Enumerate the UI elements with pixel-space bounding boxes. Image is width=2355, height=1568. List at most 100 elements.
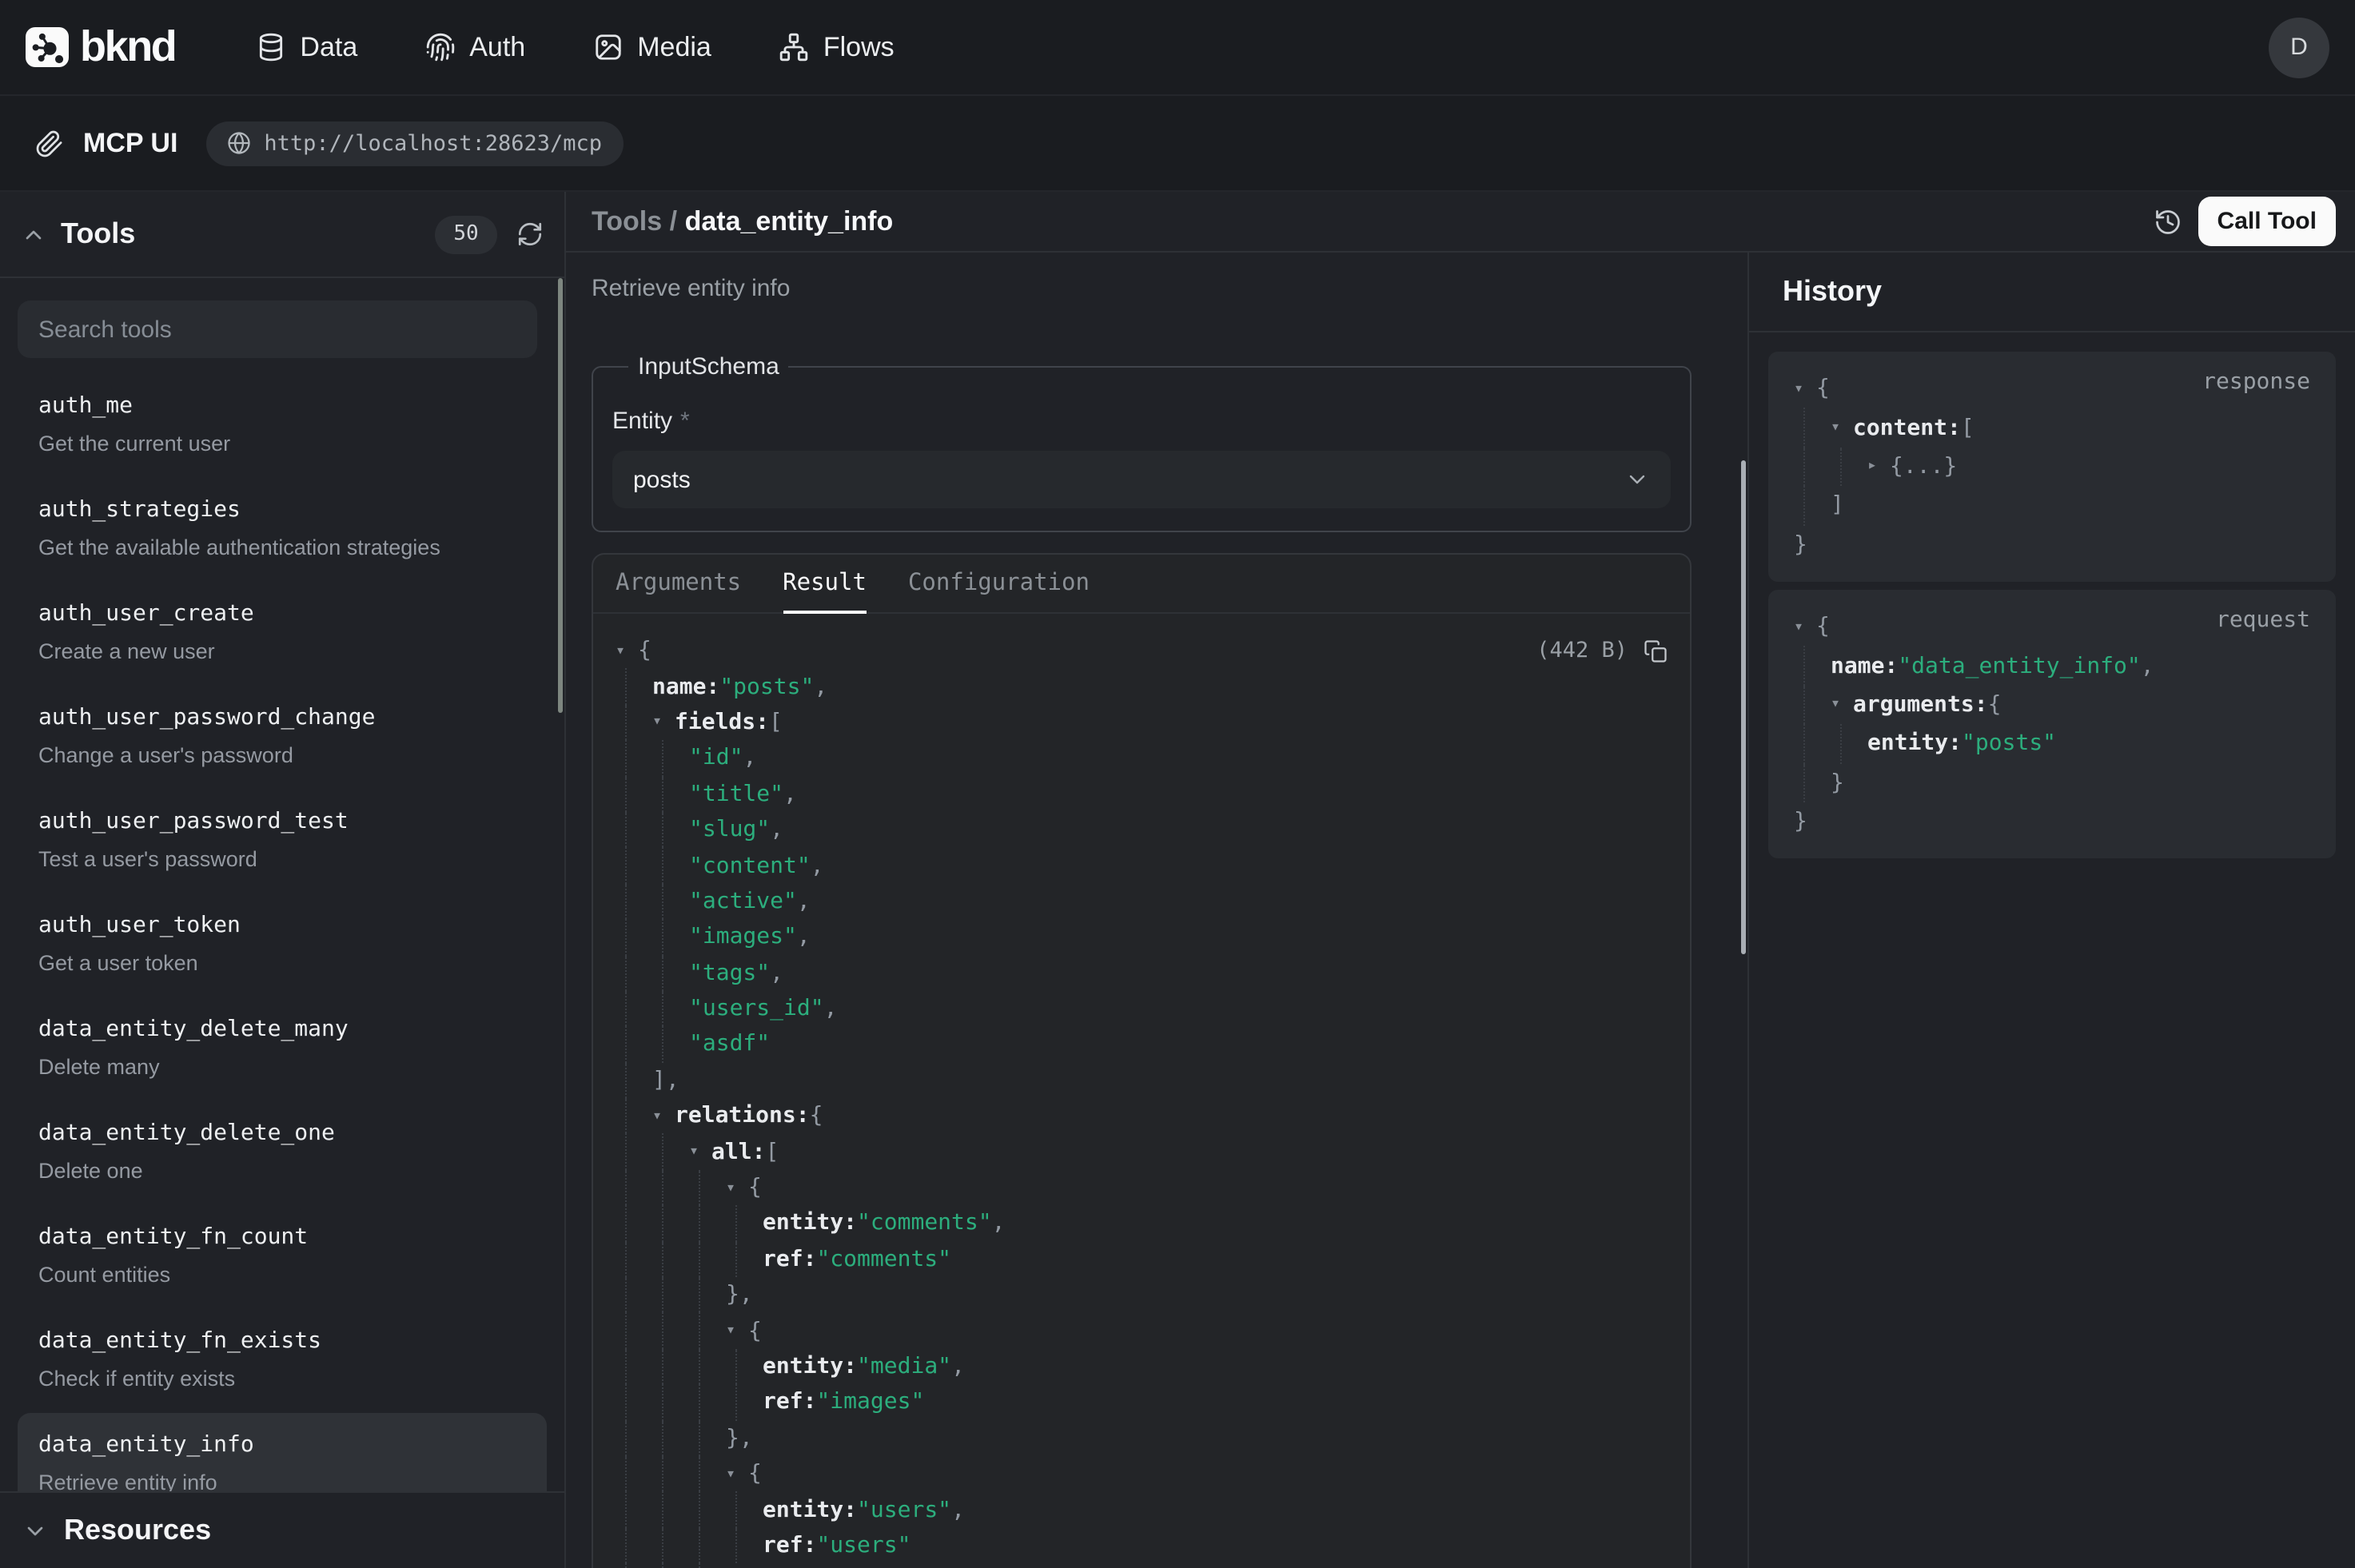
json-line: "asdf" <box>616 1027 1668 1063</box>
tools-section-header[interactable]: Tools 50 <box>0 192 564 278</box>
required-mark: * <box>680 408 690 435</box>
tab-arguments[interactable]: Arguments <box>616 555 741 612</box>
result-scrollbar[interactable] <box>1741 460 1746 954</box>
tools-count-badge: 50 <box>435 215 497 253</box>
collapse-toggle-icon[interactable]: ▾ <box>1794 618 1816 635</box>
json-string-value: "users" <box>816 1533 911 1558</box>
sidebar-item-data_entity_delete_many[interactable]: data_entity_delete_manyDelete many <box>18 997 547 1098</box>
json-comma: , <box>811 853 824 878</box>
json-line: entity: "posts" <box>1794 724 2310 763</box>
json-punctuation: { <box>1988 692 2002 718</box>
indent-guide <box>699 1313 735 1349</box>
tool-name: data_entity_fn_count <box>38 1223 534 1252</box>
sidebar-item-auth_user_password_test[interactable]: auth_user_password_testTest a user's pas… <box>18 790 547 890</box>
indent-guide <box>735 1528 772 1564</box>
sidebar-item-auth_user_create[interactable]: auth_user_createCreate a new user <box>18 582 547 683</box>
tab-bar: Arguments Result Configuration <box>593 555 1690 614</box>
brand-wordmark[interactable]: bknd <box>80 22 175 72</box>
user-avatar[interactable]: D <box>2269 17 2329 78</box>
json-string-value: "asdf" <box>689 1032 770 1057</box>
json-comma: , <box>743 746 756 771</box>
indent-guide <box>625 1492 662 1528</box>
search-input[interactable] <box>18 316 537 343</box>
json-line: ▾{ <box>616 1170 1668 1206</box>
indent-guide <box>662 1170 699 1206</box>
entity-select[interactable]: posts <box>612 451 1671 508</box>
json-line: "title", <box>616 776 1668 812</box>
history-entry-request[interactable]: request▾{name: "data_entity_info",▾argum… <box>1768 590 2336 859</box>
indent-guide <box>1803 763 1840 802</box>
json-comma: , <box>770 960 783 985</box>
entity-select-value: posts <box>633 466 691 493</box>
json-line: ref: "users" <box>616 1528 1668 1564</box>
collapse-toggle-icon[interactable]: ▾ <box>616 642 638 659</box>
json-key: name: <box>1831 653 1898 679</box>
history-entry-response[interactable]: response▾{▾content: [▸{...}]} <box>1768 352 2336 582</box>
indent-guide <box>1803 724 1840 763</box>
indent-guide <box>625 883 662 919</box>
tab-configuration[interactable]: Configuration <box>908 555 1090 612</box>
sidebar-item-data_entity_fn_exists[interactable]: data_entity_fn_existsCheck if entity exi… <box>18 1309 547 1410</box>
indent-guide <box>662 1349 699 1385</box>
refresh-icon[interactable] <box>516 221 544 248</box>
sidebar-item-auth_strategies[interactable]: auth_strategiesGet the available authent… <box>18 478 547 579</box>
indent-guide <box>625 1528 662 1564</box>
json-comma: , <box>992 1211 1006 1236</box>
indent-guide <box>625 740 662 776</box>
call-tool-button[interactable]: Call Tool <box>2198 197 2336 246</box>
indent-guide <box>699 1528 735 1564</box>
indent-guide <box>662 1420 699 1456</box>
sidebar-item-data_entity_info[interactable]: data_entity_infoRetrieve entity info <box>18 1413 547 1491</box>
main-panel: Tools / data_entity_info Call Tool Retri… <box>566 192 2355 1568</box>
mcp-url-pill[interactable]: http://localhost:28623/mcp <box>206 121 623 165</box>
chevron-down-icon[interactable] <box>22 1518 48 1543</box>
json-line: ▸{...} <box>1794 448 2310 487</box>
json-comma: , <box>824 996 838 1021</box>
sidebar-scrollbar[interactable] <box>558 278 563 713</box>
breadcrumb-current: data_entity_info <box>685 205 894 236</box>
json-key: entity: <box>763 1211 857 1236</box>
history-entry-type: request <box>2216 607 2310 633</box>
json-line: "content", <box>616 848 1668 884</box>
collapse-toggle-icon[interactable]: ▾ <box>1794 380 1816 397</box>
sidebar-item-data_entity_fn_count[interactable]: data_entity_fn_countCount entities <box>18 1205 547 1306</box>
json-punctuation: { <box>748 1461 762 1486</box>
tools-list: auth_meGet the current userauth_strategi… <box>18 374 547 1491</box>
indent-guide <box>1803 647 1840 686</box>
json-line: entity: "comments", <box>616 1206 1668 1242</box>
tool-desc: Test a user's password <box>38 846 534 873</box>
copy-icon[interactable] <box>1644 639 1668 663</box>
resources-section-header[interactable]: Resources <box>0 1491 564 1568</box>
indent-guide <box>699 1241 735 1277</box>
app-window: bknd DataAuthMediaFlows D MCP UI http://… <box>0 0 2355 1568</box>
history-list: response▾{▾content: [▸{...}]} request ▾ { na… <box>1749 332 2355 1568</box>
sidebar-item-data_entity_delete_one[interactable]: data_entity_delete_oneDelete one <box>18 1101 547 1202</box>
json-string-value: "content" <box>689 853 811 878</box>
sidebar-item-auth_user_token[interactable]: auth_user_tokenGet a user token <box>18 893 547 994</box>
indent-guide <box>735 1349 772 1385</box>
json-line: "id", <box>616 740 1668 776</box>
tool-desc: Check if entity exists <box>38 1365 534 1392</box>
json-line: ▾content: [ <box>1794 408 2310 448</box>
nav-item-auth[interactable]: Auth <box>424 31 525 63</box>
json-line: }, <box>616 1277 1668 1313</box>
json-line: "tags", <box>616 955 1668 991</box>
breadcrumb-section[interactable]: Tools <box>592 205 662 236</box>
nav-item-flows[interactable]: Flows <box>779 31 895 63</box>
json-string-value: "posts" <box>1962 731 2056 757</box>
history-title: History <box>1783 275 1882 308</box>
sidebar-item-auth_user_password_change[interactable]: auth_user_password_changeChange a user's… <box>18 686 547 786</box>
history-icon[interactable] <box>2154 207 2182 236</box>
tool-desc: Change a user's password <box>38 742 534 769</box>
nav-item-media[interactable]: Media <box>592 31 711 63</box>
input-schema-legend: InputSchema <box>628 353 789 380</box>
chevron-down-icon <box>1624 467 1650 492</box>
json-line: ref: "images" <box>616 1384 1668 1420</box>
bknd-logo-icon[interactable] <box>26 27 69 67</box>
nav-item-data[interactable]: Data <box>255 31 357 63</box>
tab-result[interactable]: Result <box>783 555 867 612</box>
indent-guide <box>662 776 699 812</box>
json-punctuation: { <box>638 638 652 663</box>
sidebar-item-auth_me[interactable]: auth_meGet the current user <box>18 374 547 475</box>
chevron-up-icon[interactable] <box>21 221 46 247</box>
